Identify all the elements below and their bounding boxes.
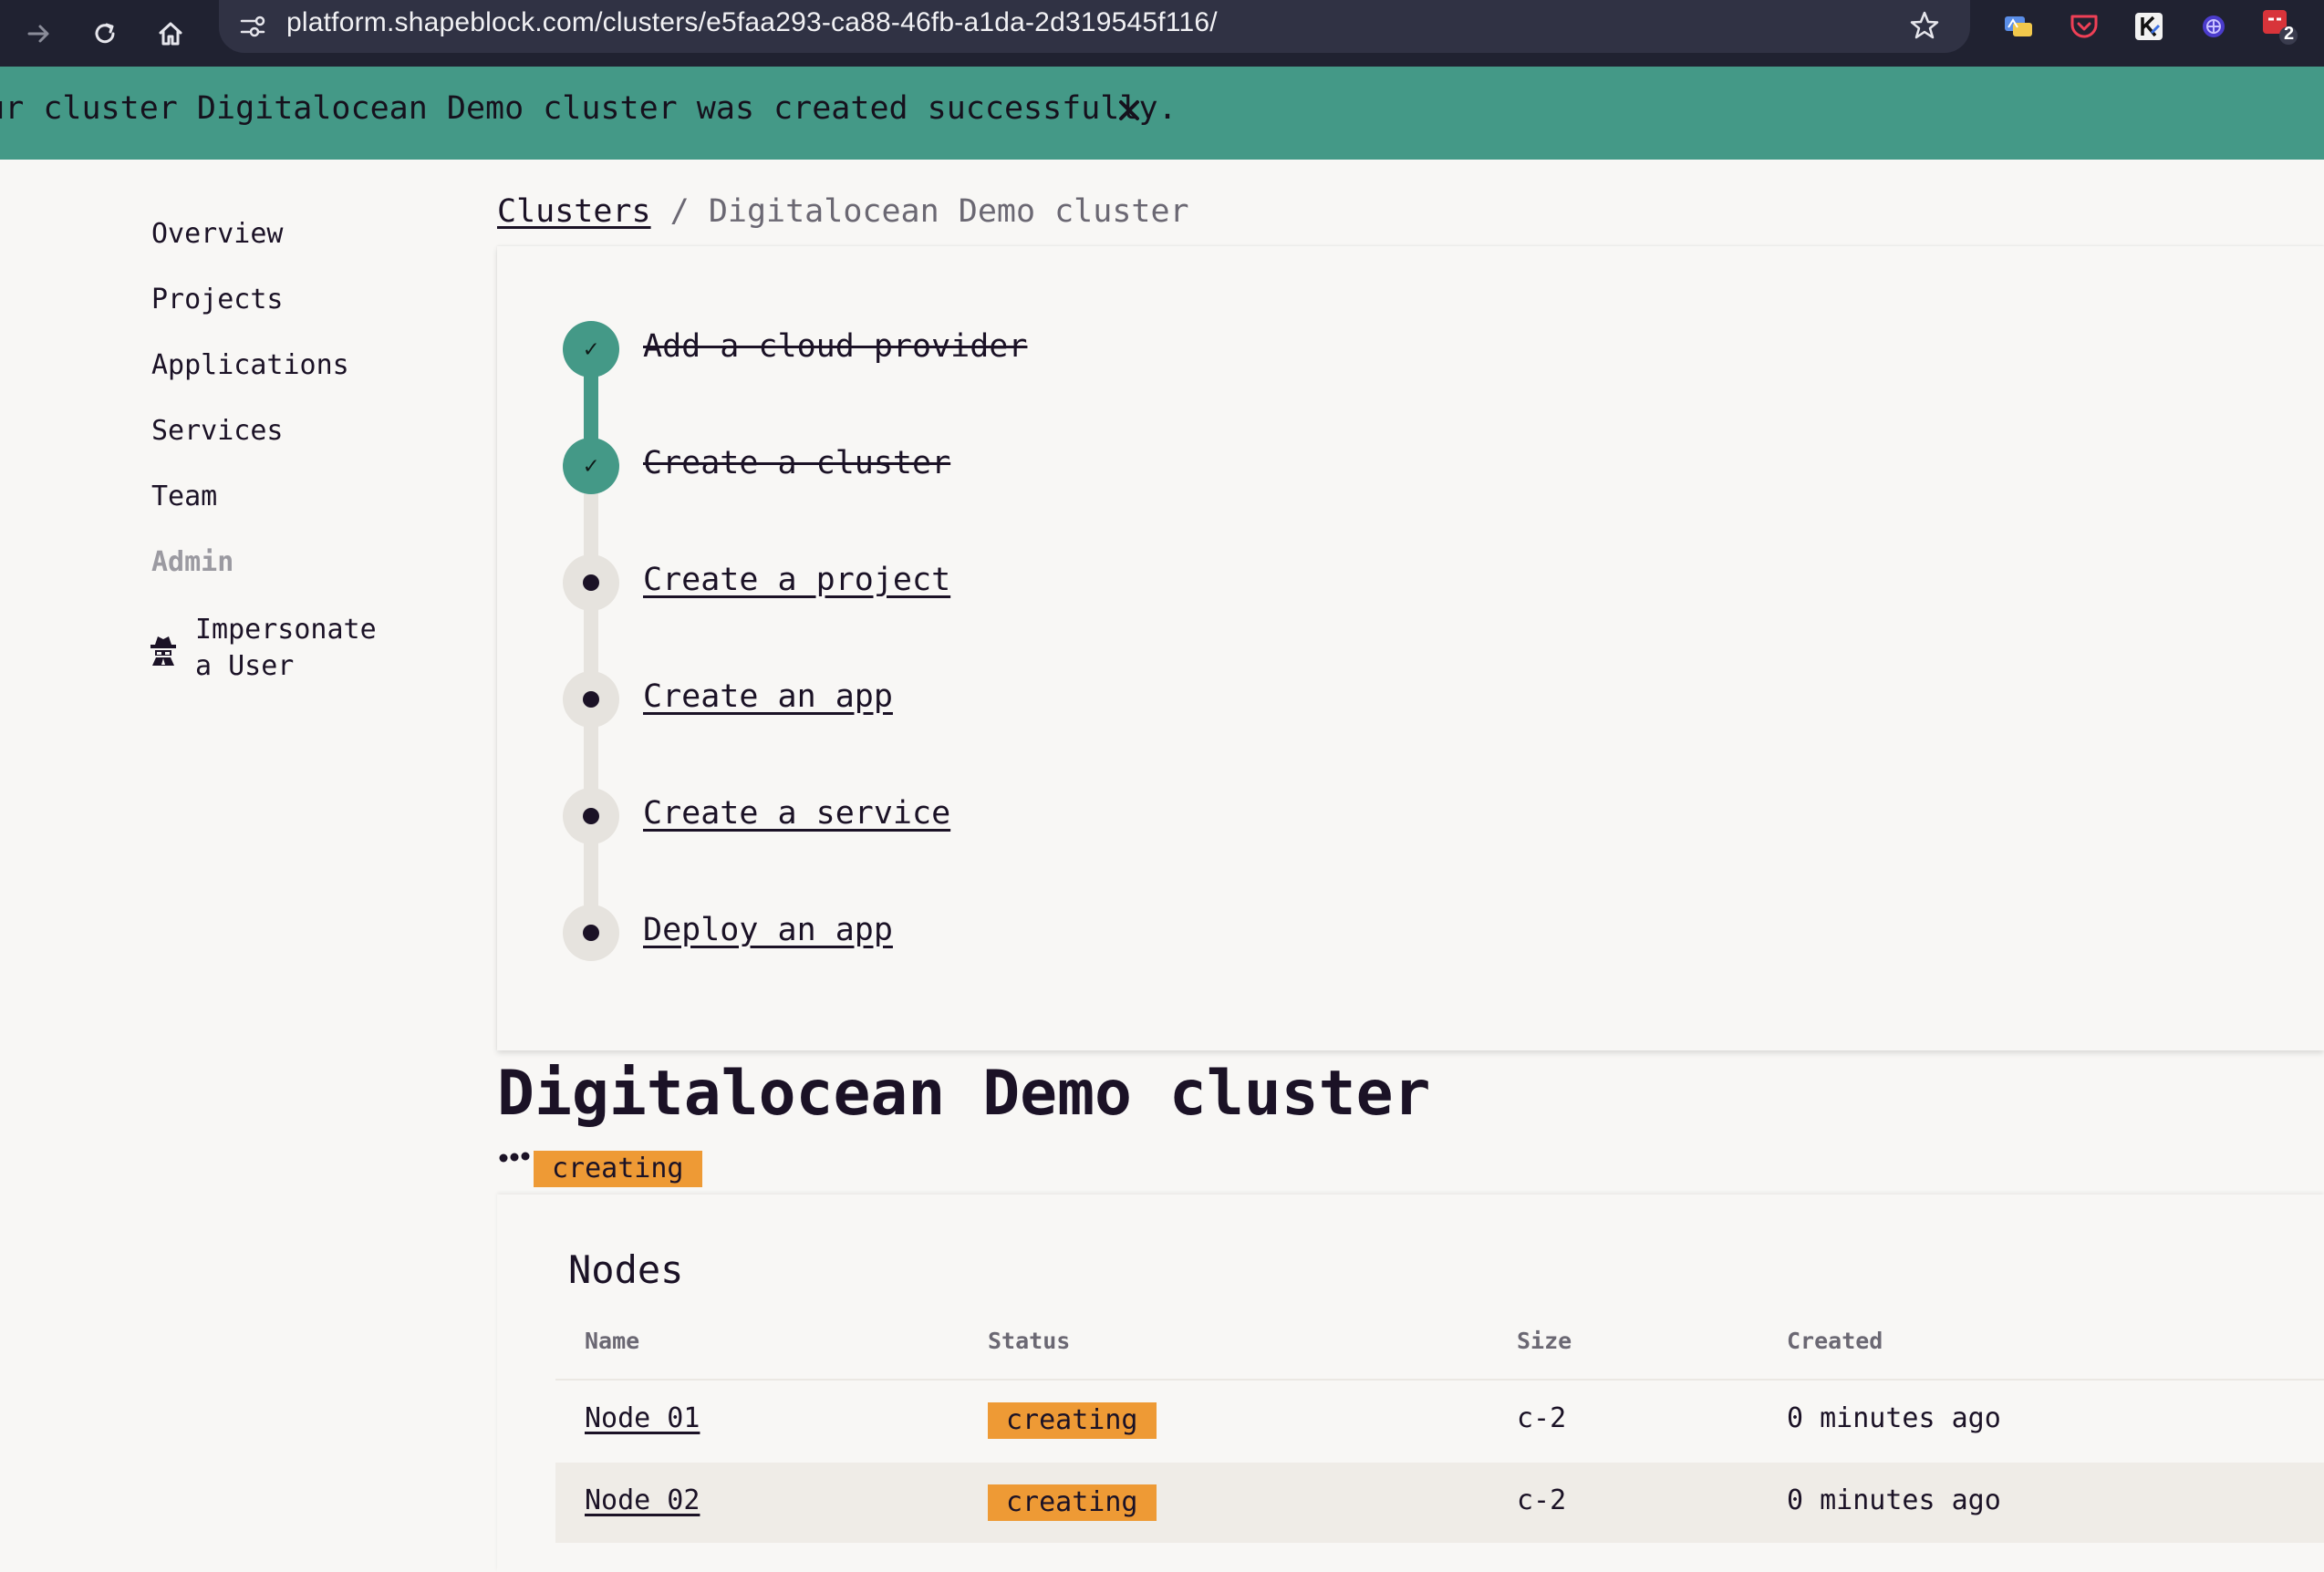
pocket-icon[interactable] [2063,5,2105,47]
breadcrumb-current: Digitalocean Demo cluster [708,193,1189,230]
nodes-panel: Nodes Name Status Size Created Node 01 c… [497,1195,2324,1572]
close-icon[interactable] [1111,92,1147,129]
cluster-status-badge: creating [534,1151,702,1187]
step-pending-icon [563,554,619,611]
onboarding-checklist: ✓ Add a cloud provider ✓ Create a cluste… [497,246,2324,1050]
node-status-badge: creating [988,1402,1157,1439]
sidebar-admin-heading: Admin [151,546,234,578]
step-create-project[interactable]: Create a project [643,562,950,598]
page-title: Digitalocean Demo cluster [497,1058,1431,1130]
table-row: Node 01 creating c-2 0 minutes ago [555,1381,2324,1461]
impersonate-line-2: a User [195,650,295,682]
node-name-link[interactable]: Node 02 [585,1484,700,1516]
globe-extension-icon[interactable] [2193,5,2235,47]
node-created: 0 minutes ago [1787,1402,2001,1434]
k-extension-icon[interactable] [2128,5,2170,47]
column-header-name: Name [585,1328,640,1354]
sidebar-item-impersonate[interactable]: Impersonate a User [195,612,432,685]
extension-badge: 2 [2284,24,2295,44]
step-create-cluster[interactable]: Create a cluster [643,445,950,481]
step-complete-icon: ✓ [563,438,619,494]
column-header-status: Status [988,1328,1071,1354]
success-banner: Your cluster Digitalocean Demo cluster w… [0,67,2324,160]
step-add-cloud-provider[interactable]: Add a cloud provider [643,328,1027,365]
node-size: c-2 [1517,1402,1567,1434]
reload-icon[interactable] [82,11,128,57]
sidebar-item-applications[interactable]: Applications [151,349,349,381]
browser-toolbar: platform.shapeblock.com/clusters/e5faa29… [0,0,2324,67]
todo-extension-icon[interactable]: 2 [2258,5,2300,47]
forward-icon[interactable] [16,11,62,57]
node-size: c-2 [1517,1484,1567,1516]
table-row: Node 02 creating c-2 0 minutes ago [555,1463,2324,1543]
address-bar[interactable]: platform.shapeblock.com/clusters/e5faa29… [219,0,1970,53]
column-header-size: Size [1517,1328,1572,1354]
impersonate-line-1: Impersonate [195,614,377,646]
url-text[interactable]: platform.shapeblock.com/clusters/e5faa29… [286,7,1218,38]
step-pending-icon [563,905,619,961]
step-deploy-app[interactable]: Deploy an app [643,912,893,948]
sidebar: Overview Projects Applications Services … [0,160,493,1572]
banner-message: Your cluster Digitalocean Demo cluster w… [0,90,1178,127]
column-header-created: Created [1787,1328,1883,1354]
sidebar-item-services[interactable]: Services [151,415,284,447]
sidebar-item-team[interactable]: Team [151,481,217,512]
home-icon[interactable] [148,11,193,57]
sidebar-item-projects[interactable]: Projects [151,284,284,315]
sidebar-item-overview[interactable]: Overview [151,218,284,250]
node-created: 0 minutes ago [1787,1484,2001,1516]
breadcrumb-separator: / [669,193,690,230]
loading-dots-icon [498,1151,533,1163]
step-pending-icon [563,671,619,728]
spy-icon[interactable] [148,634,179,667]
node-name-link[interactable]: Node 01 [585,1402,700,1434]
breadcrumb: Clusters / Digitalocean Demo cluster [497,193,1189,230]
site-settings-icon[interactable] [235,9,270,44]
nodes-title: Nodes [568,1247,684,1292]
step-complete-icon: ✓ [563,321,619,377]
step-pending-icon [563,788,619,844]
breadcrumb-clusters-link[interactable]: Clusters [497,193,651,230]
step-create-app[interactable]: Create an app [643,678,893,715]
bookmark-star-icon[interactable] [1906,7,1943,44]
translate-extension-icon[interactable] [1997,5,2039,47]
node-status-badge: creating [988,1484,1157,1521]
step-create-service[interactable]: Create a service [643,795,950,832]
